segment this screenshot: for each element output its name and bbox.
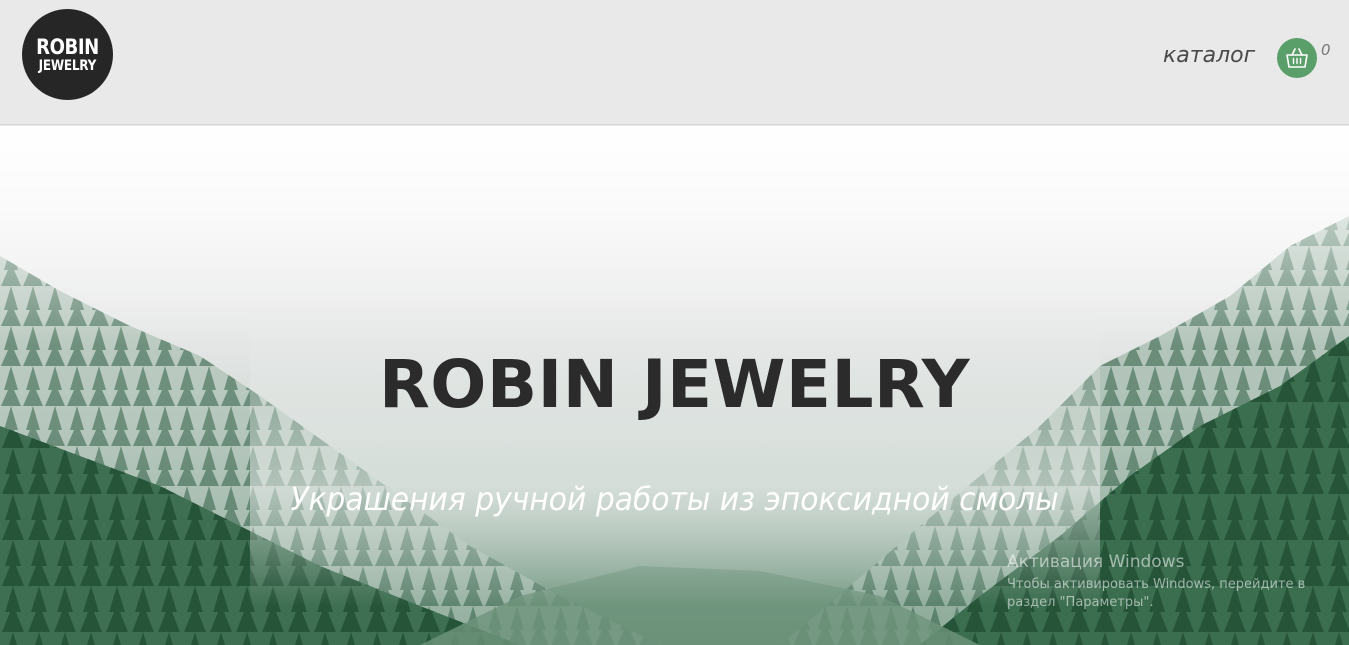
logo-line-2: JEWELRY [38,57,97,74]
logo-line-1: ROBIN [36,34,99,59]
watermark-title: Активация Windows [1007,552,1185,572]
watermark-text: Чтобы активировать Windows, перейдите в … [1007,577,1306,610]
site-header: ROBIN JEWELRY каталог 0 [0,0,1349,125]
cart-button[interactable] [1277,38,1317,78]
hero-title: ROBIN JEWELRY [378,346,971,423]
cart-count-badge: 0 [1321,41,1331,59]
site-logo[interactable]: ROBIN JEWELRY [22,9,113,100]
basket-icon [1286,48,1308,68]
hero-banner: ROBIN JEWELRY Украшения ручной работы из… [0,126,1349,645]
nav-link-catalog[interactable]: каталог [1163,43,1255,68]
hero-subtitle: Украшения ручной работы из эпоксидной см… [290,480,1059,518]
windows-activation-watermark: Активация Windows Чтобы активировать Win… [1007,552,1327,612]
